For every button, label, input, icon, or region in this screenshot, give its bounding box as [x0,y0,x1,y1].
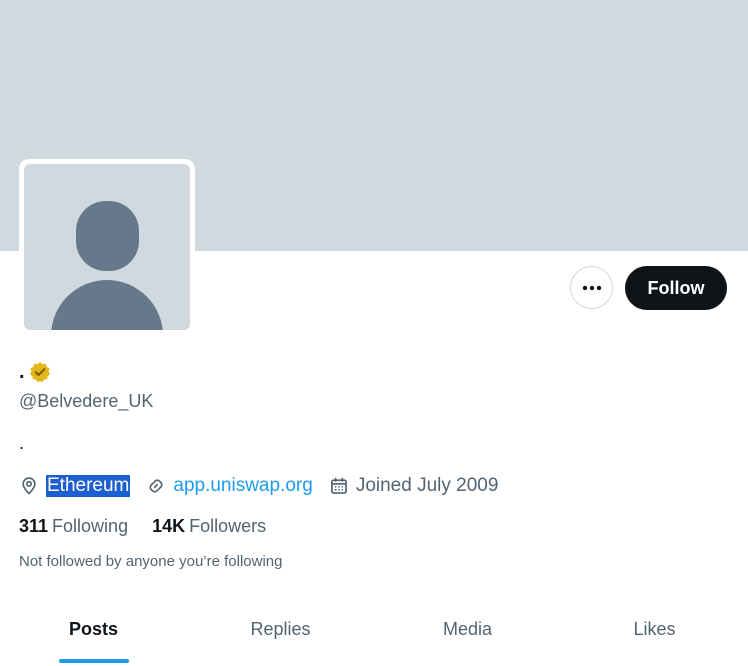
profile-bio: . [19,433,25,453]
follow-stats: 311 Following 14K Followers [19,514,290,538]
link-icon [149,479,163,493]
followers-count: 14K [152,515,186,536]
website-link[interactable]: app.uniswap.org [173,475,312,497]
following-label: Following [52,515,129,536]
more-options-button[interactable] [570,266,613,309]
calendar-icon [330,477,347,494]
default-avatar-icon [51,201,163,330]
profile-meta: Ethereum app.uniswap.org Joined July 200… [19,472,514,500]
not-followed-notice: Not followed by anyone you’re following [19,553,283,570]
avatar[interactable] [24,164,190,330]
following-count: 311 [19,515,49,536]
tab-label: Likes [633,619,676,639]
active-tab-indicator [58,659,129,663]
profile-tabs: Posts Replies Media Likes [0,606,748,664]
location-item: Ethereum [19,475,131,497]
followers-link[interactable]: 14K Followers [152,516,266,537]
verified-badge-icon[interactable] [29,361,51,383]
following-link[interactable]: 311 Following [19,516,128,537]
tab-media[interactable]: Media [374,606,561,664]
website-item: app.uniswap.org [146,475,313,497]
tab-likes[interactable]: Likes [561,606,748,664]
display-name-row: . [19,358,51,386]
display-name: . [19,360,25,383]
tab-label: Posts [68,619,119,639]
profile-handle: @Belvedere_UK [19,391,154,411]
joined-item: Joined July 2009 [329,475,499,497]
avatar-frame [19,159,195,335]
tab-label: Replies [250,619,311,639]
more-horizontal-icon [582,285,601,290]
followers-label: Followers [189,515,267,536]
location-pin-icon [22,477,36,495]
tab-replies[interactable]: Replies [187,606,374,664]
tab-posts[interactable]: Posts [0,606,187,664]
location-text: Ethereum [46,475,131,497]
tab-label: Media [442,619,493,639]
follow-button[interactable]: Follow [625,266,727,310]
joined-date: Joined July 2009 [355,475,499,496]
